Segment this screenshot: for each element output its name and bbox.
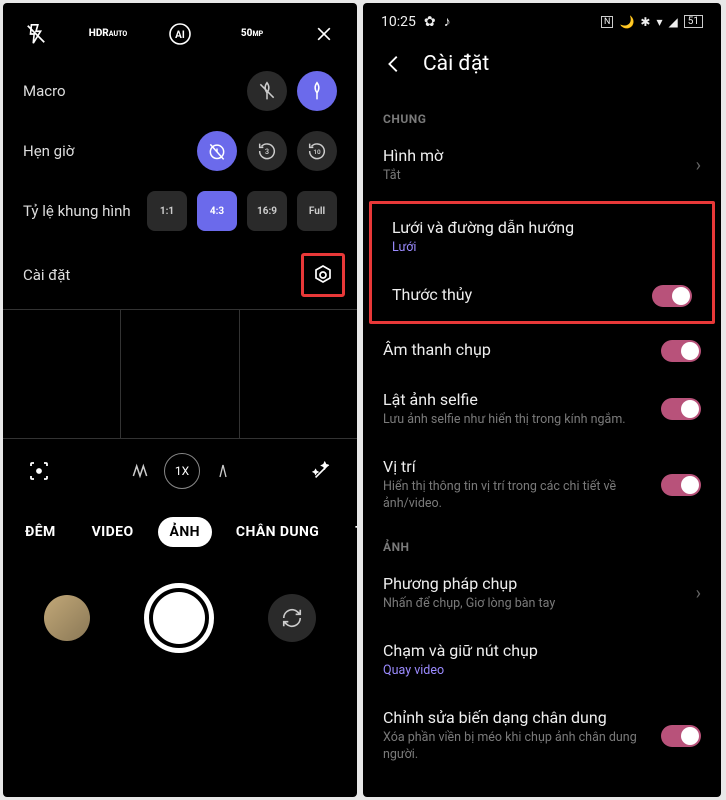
ai-icon[interactable]: AI [167,21,193,47]
magic-wand-icon[interactable] [311,460,333,482]
level-toggle[interactable] [652,285,692,307]
wifi-icon: ▾ [656,15,662,29]
level-item[interactable]: Thước thủy [372,271,712,321]
settings-label: Cài đặt [23,266,70,284]
hdr-auto-icon[interactable]: HDRAUTO [95,21,121,47]
zoom-tele-icon[interactable] [214,461,232,481]
shutter-button[interactable] [144,583,214,653]
location-sub: Hiển thị thông tin vị trí trong các chi … [383,479,649,513]
distortion-toggle[interactable] [661,725,701,747]
timer-row: Hẹn giờ 3 10 [3,121,357,181]
zoom-1x-button[interactable]: 1X [164,453,200,489]
mode-night[interactable]: ĐÊM [13,517,68,547]
mirror-sub: Lưu ảnh selfie như hiển thị trong kính n… [383,412,649,429]
aspect-label: Tỷ lệ khung hình [23,202,131,220]
mirror-toggle[interactable] [661,398,701,420]
mode-video[interactable]: VIDEO [80,517,146,547]
status-gear-icon: ✿ [424,14,436,30]
shutter-sound-item[interactable]: Âm thanh chụp [363,326,721,376]
camera-app-screen: HDRAUTO AI 50MP Macro Hẹn giờ 3 [3,3,357,797]
gear-icon[interactable] [311,263,335,287]
shutter-row [3,561,357,693]
dnd-icon: 🌙 [619,15,634,29]
signal-icon: ◢ [669,15,678,29]
timer-10s-button[interactable]: 10 [297,131,337,171]
watermark-title: Hình mờ [383,146,684,165]
capture-sub: Nhấn để chụp, Giơ lòng bàn tay [383,596,684,613]
timer-label: Hẹn giờ [23,142,74,160]
flash-off-icon[interactable] [23,21,49,47]
mirror-item[interactable]: Lật ảnh selfie Lưu ảnh selfie như hiển t… [363,376,721,443]
settings-screen: 10:25 ✿ ♪ N 🌙 ✱ ▾ ◢ 51 Cài đặt CHUNG Hìn… [363,3,721,797]
nfc-icon: N [601,16,613,28]
status-bar: 10:25 ✿ ♪ N 🌙 ✱ ▾ ◢ 51 [363,3,721,34]
timer-off-button[interactable] [197,131,237,171]
distortion-title: Chỉnh sửa biến dạng chân dung [383,708,649,727]
capture-method-item[interactable]: Phương pháp chụp Nhấn để chụp, Giơ lòng … [363,560,721,627]
zoom-wide-icon[interactable] [130,461,150,481]
back-icon[interactable] [383,53,405,75]
mode-strip[interactable]: ĐÊM VIDEO ẢNH CHÂN DUNG T [3,503,357,561]
grid-level-highlight: Lưới và đường dẫn hướng Lưới Thước thủy [369,201,715,324]
shutter-sound-title: Âm thanh chụp [383,340,649,359]
hold-sub: Quay video [383,663,701,680]
close-icon[interactable] [311,21,337,47]
mode-photo[interactable]: ẢNH [158,517,212,547]
macro-on-button[interactable] [297,71,337,111]
svg-text:3: 3 [265,147,269,156]
aspect-full-button[interactable]: Full [297,191,337,231]
aspect-row: Tỷ lệ khung hình 1:1 4:3 16:9 Full [3,181,357,241]
bluetooth-icon: ✱ [640,15,650,29]
mode-more[interactable]: T [343,517,357,547]
google-lens-icon[interactable] [27,459,51,483]
settings-title: Cài đặt [423,52,489,76]
zoom-controls: 1X [3,439,357,503]
grid-item[interactable]: Lưới và đường dẫn hướng Lưới [372,204,712,271]
svg-text:10: 10 [313,148,321,156]
location-toggle[interactable] [661,474,701,496]
aspect-4-3-button[interactable]: 4:3 [197,191,237,231]
top-toolbar: HDRAUTO AI 50MP [3,3,357,61]
distortion-item[interactable]: Chỉnh sửa biến dạng chân dung Xóa phần v… [363,694,721,778]
macro-off-button[interactable] [247,71,287,111]
location-title: Vị trí [383,457,649,476]
viewfinder-grid [3,309,357,439]
megapixel-icon[interactable]: 50MP [239,21,265,47]
watermark-item[interactable]: Hình mờ Tắt › [363,132,721,199]
settings-row: Cài đặt [3,241,357,309]
distortion-sub: Xóa phần viền bị méo khi chụp ảnh chân d… [383,730,649,764]
settings-highlight [301,253,345,297]
chevron-right-icon: › [696,155,701,176]
section-photo: ẢNH [363,526,721,560]
aspect-1-1-button[interactable]: 1:1 [147,191,187,231]
level-title: Thước thủy [392,285,640,304]
watermark-sub: Tắt [383,168,684,185]
settings-header: Cài đặt [363,34,721,98]
svg-text:AI: AI [175,30,185,41]
shutter-sound-toggle[interactable] [661,340,701,362]
location-item[interactable]: Vị trí Hiển thị thông tin vị trí trong c… [363,443,721,527]
hold-title: Chạm và giữ nút chụp [383,641,701,660]
chevron-right-icon: › [696,583,701,604]
gallery-thumbnail[interactable] [44,595,90,641]
status-time: 10:25 [381,14,416,30]
macro-row: Macro [3,61,357,121]
capture-title: Phương pháp chụp [383,574,684,593]
mode-portrait[interactable]: CHÂN DUNG [224,517,331,547]
flip-camera-button[interactable] [268,594,316,642]
mirror-title: Lật ảnh selfie [383,390,649,409]
battery-icon: 51 [684,15,703,28]
section-general: CHUNG [363,98,721,132]
grid-title: Lưới và đường dẫn hướng [392,218,692,237]
macro-label: Macro [23,82,66,100]
timer-3s-button[interactable]: 3 [247,131,287,171]
aspect-16-9-button[interactable]: 16:9 [247,191,287,231]
hold-shutter-item[interactable]: Chạm và giữ nút chụp Quay video [363,627,721,694]
grid-sub: Lưới [392,240,692,257]
status-app-icon: ♪ [444,13,451,30]
